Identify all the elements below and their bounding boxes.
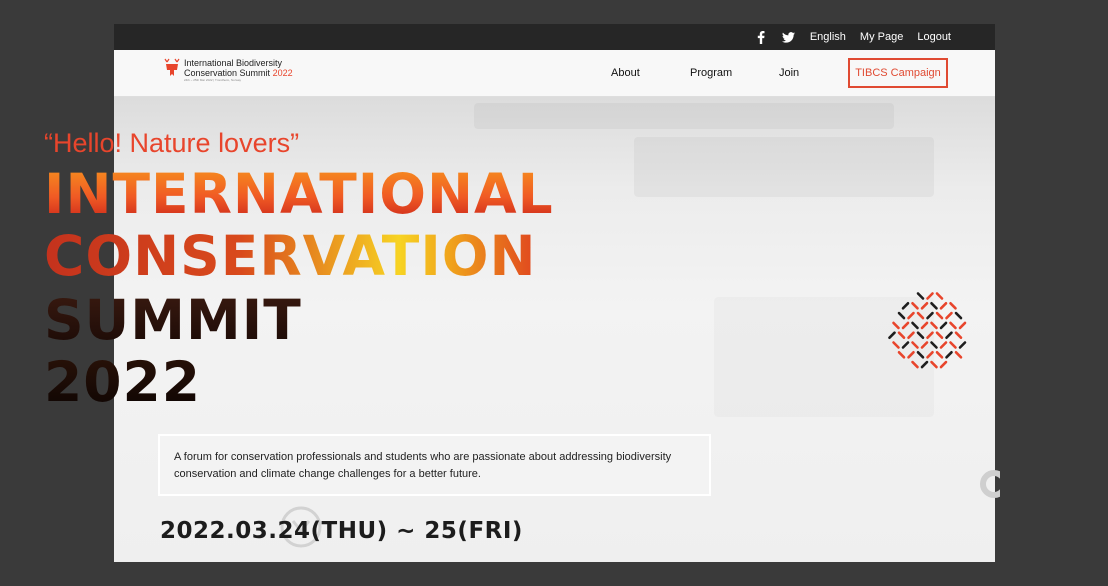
pattern-dash	[939, 302, 948, 310]
logo-line2: Conservation Summit 2022	[184, 68, 293, 78]
logo-text: International Biodiversity Conservation …	[184, 58, 293, 83]
hero-description: A forum for conservation professionals a…	[158, 434, 711, 496]
pattern-dash	[916, 311, 925, 320]
pattern-dash	[892, 341, 900, 349]
pattern-dash	[897, 350, 906, 359]
pattern-dash	[911, 341, 919, 349]
pattern-dash	[892, 321, 900, 330]
pattern-dash	[945, 350, 953, 359]
pattern-dash	[926, 292, 934, 300]
hero-background-shape	[474, 103, 894, 129]
logo-year: 2022	[272, 68, 293, 78]
pattern-dash	[916, 331, 925, 340]
pattern-dash	[916, 292, 925, 300]
pattern-dash	[897, 331, 906, 340]
pattern-dash	[958, 321, 967, 330]
pattern-dash	[930, 321, 938, 330]
hero-title-line1: INTERNATIONAL	[44, 162, 554, 226]
tibcs-campaign-button[interactable]: TIBCS Campaign	[848, 58, 948, 88]
facebook-icon[interactable]	[754, 30, 768, 44]
pattern-dash	[920, 302, 929, 310]
pattern-dash	[935, 311, 944, 320]
language-link[interactable]: English	[810, 31, 846, 43]
pattern-dash	[916, 350, 925, 359]
pattern-dash	[939, 341, 948, 349]
hero-title-line4: 2022	[44, 350, 202, 414]
partial-letter-decoration	[976, 468, 1000, 500]
pattern-dash	[920, 321, 929, 330]
nav-join[interactable]: Join	[779, 50, 799, 96]
site-logo[interactable]: International Biodiversity Conservation …	[164, 58, 293, 83]
pattern-dash	[901, 341, 910, 349]
pattern-dash	[945, 311, 953, 320]
pattern-dash	[945, 331, 953, 340]
pattern-dash	[939, 321, 948, 330]
pattern-dash	[930, 360, 938, 369]
pattern-dash	[930, 341, 938, 349]
pattern-dash	[935, 331, 944, 340]
pattern-dash	[901, 302, 910, 310]
pattern-dash	[926, 311, 934, 320]
nav-about[interactable]: About	[611, 50, 640, 96]
pattern-dash	[926, 331, 934, 340]
pattern-dash	[911, 360, 919, 369]
twitter-icon[interactable]	[782, 30, 796, 44]
hero-title-line3: SUMMIT	[44, 288, 302, 352]
pattern-dash	[954, 311, 963, 320]
pattern-dash	[926, 350, 934, 359]
pattern-dash	[920, 341, 929, 349]
logo-emblem-icon	[164, 58, 180, 83]
pattern-dash	[911, 321, 919, 330]
pattern-dash	[949, 302, 957, 310]
pattern-dash	[954, 350, 963, 359]
hero-title-line2: CONSERVATION	[44, 224, 537, 288]
pattern-dash	[907, 311, 915, 320]
logo-subline: 24th ~ 25th Mar 2022 | Trondheim, Norway	[184, 78, 242, 82]
pattern-dash	[888, 331, 896, 340]
hero-tagline: “Hello! Nature lovers”	[44, 128, 300, 158]
decorative-dot-pattern	[888, 292, 967, 369]
logout-link[interactable]: Logout	[917, 31, 951, 43]
pattern-dash	[935, 350, 944, 359]
logo-line1: International Biodiversity	[184, 58, 283, 68]
pattern-dash	[920, 360, 929, 369]
main-header: International Biodiversity Conservation …	[114, 50, 995, 97]
pattern-dash	[939, 360, 948, 369]
pattern-dash	[958, 341, 967, 349]
pattern-dash	[907, 350, 915, 359]
pattern-dash	[901, 321, 910, 330]
pattern-dash	[949, 321, 957, 330]
top-utility-bar: English My Page Logout	[114, 24, 995, 50]
nav-program[interactable]: Program	[690, 50, 732, 96]
hero-background-shape	[634, 137, 934, 197]
pattern-dash	[949, 341, 957, 349]
pattern-dash	[911, 302, 919, 310]
pattern-dash	[897, 311, 906, 320]
event-dates: 2022.03.24(THU) ~ 25(FRI)	[160, 518, 523, 544]
my-page-link[interactable]: My Page	[860, 31, 903, 43]
pattern-dash	[935, 292, 944, 300]
pattern-dash	[930, 302, 938, 310]
pattern-dash	[907, 331, 915, 340]
pattern-dash	[954, 331, 963, 340]
